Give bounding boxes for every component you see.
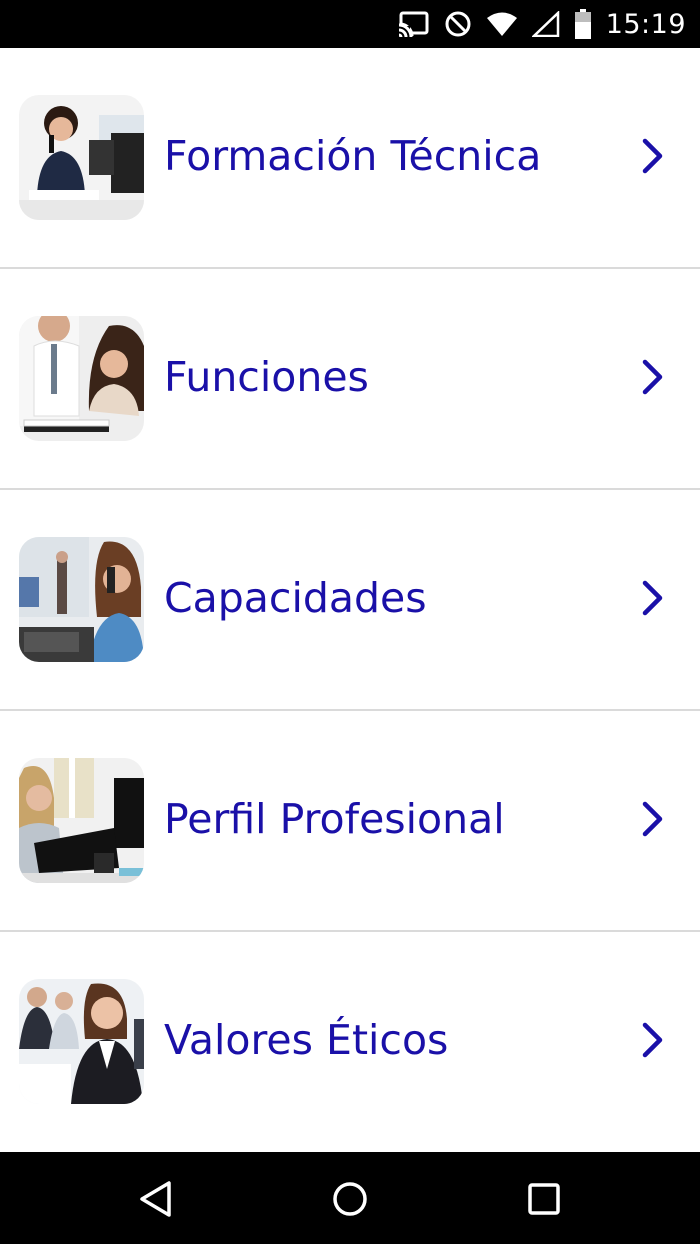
woman-on-phone-office-photo (19, 537, 144, 662)
home-icon[interactable] (327, 1176, 373, 1222)
woman-on-phone-at-desk-photo (19, 95, 144, 220)
chevron-right-icon (638, 357, 668, 397)
menu-item-capacidades[interactable]: Capacidades (0, 490, 700, 711)
signal-icon (531, 11, 560, 37)
recents-icon[interactable] (521, 1176, 567, 1222)
chevron-right-icon (638, 136, 668, 176)
navigation-bar (0, 1152, 700, 1244)
cast-icon (397, 11, 430, 37)
businesswoman-with-team-photo (19, 979, 144, 1104)
menu-item-formacion-tecnica[interactable]: Formación Técnica (0, 48, 700, 269)
menu-item-valores-eticos[interactable]: Valores Éticos (0, 932, 700, 1153)
menu-list: Formación Técnica Funciones Capacidades … (0, 48, 700, 1153)
menu-item-label: Perfil Profesional (164, 795, 505, 843)
do-not-disturb-icon (444, 10, 472, 38)
status-icons: 15:19 (397, 0, 686, 48)
chevron-right-icon (638, 1020, 668, 1060)
menu-item-label: Valores Éticos (164, 1016, 449, 1064)
menu-item-label: Formación Técnica (164, 132, 542, 180)
wifi-icon (486, 11, 518, 37)
battery-icon (574, 9, 592, 39)
colleagues-reviewing-documents-photo (19, 316, 144, 441)
status-bar: 15:19 (0, 0, 700, 48)
menu-item-label: Funciones (164, 353, 369, 401)
woman-with-folder-photo (19, 758, 144, 883)
menu-item-perfil-profesional[interactable]: Perfil Profesional (0, 711, 700, 932)
chevron-right-icon (638, 578, 668, 618)
chevron-right-icon (638, 799, 668, 839)
menu-item-label: Capacidades (164, 574, 427, 622)
clock: 15:19 (605, 8, 686, 40)
back-icon[interactable] (133, 1176, 179, 1222)
menu-item-funciones[interactable]: Funciones (0, 269, 700, 490)
